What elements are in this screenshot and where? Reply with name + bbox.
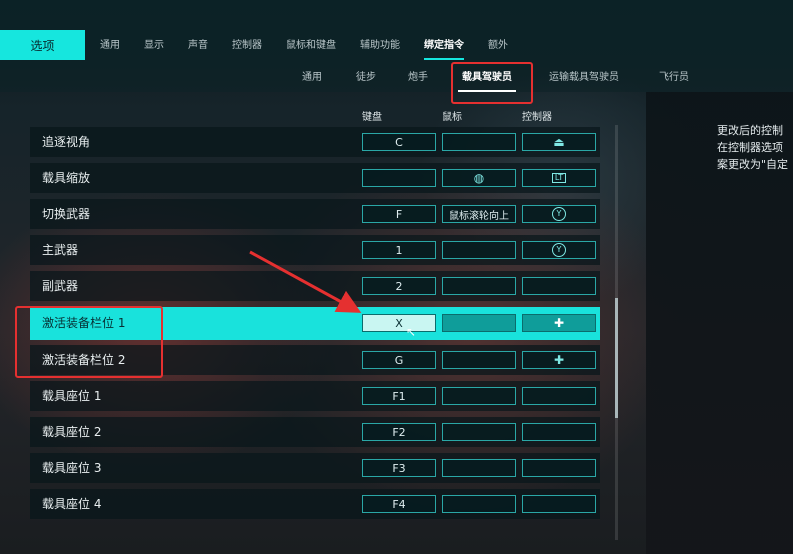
- controller-binding[interactable]: [522, 459, 596, 477]
- subtab-pilot[interactable]: 飞行员: [659, 68, 689, 88]
- binding-row[interactable]: 追逐视角 C ⏏: [30, 127, 600, 157]
- controller-binding[interactable]: ⏏: [522, 133, 596, 151]
- row-label: 载具座位 1: [42, 389, 102, 403]
- controller-binding[interactable]: ✚: [522, 314, 596, 332]
- mouse-binding[interactable]: ◍: [442, 169, 516, 187]
- subtab-gunner[interactable]: 炮手: [408, 68, 428, 88]
- controller-binding[interactable]: ✚: [522, 351, 596, 369]
- keyboard-binding[interactable]: [362, 169, 436, 187]
- tab-mouse-keyboard[interactable]: 鼠标和键盘: [286, 36, 336, 56]
- keyboard-binding[interactable]: 2: [362, 277, 436, 295]
- tab-controller[interactable]: 控制器: [232, 36, 262, 56]
- row-label: 主武器: [42, 243, 79, 257]
- help-text-line: 更改后的控制: [717, 124, 783, 137]
- keyboard-binding[interactable]: X: [362, 314, 436, 332]
- mouse-binding[interactable]: 鼠标滚轮向上: [442, 205, 516, 223]
- tab-general[interactable]: 通用: [100, 36, 120, 56]
- tab-extra[interactable]: 额外: [488, 36, 508, 56]
- scrollbar-thumb[interactable]: [615, 298, 618, 418]
- dpad-icon: ✚: [553, 316, 565, 330]
- column-header-mouse: 鼠标: [442, 112, 462, 123]
- mouse-binding[interactable]: [442, 387, 516, 405]
- binding-row[interactable]: 载具座位 1 F1: [30, 381, 600, 411]
- y-button-icon: Y: [552, 243, 566, 257]
- annotation-box-rows: [15, 306, 163, 378]
- binding-row[interactable]: 载具座位 4 F4: [30, 489, 600, 519]
- help-text-line: 在控制器选项: [717, 141, 783, 154]
- tab-display[interactable]: 显示: [144, 36, 164, 56]
- row-label: 载具座位 3: [42, 461, 102, 475]
- keyboard-binding[interactable]: F: [362, 205, 436, 223]
- controller-binding[interactable]: LT: [522, 169, 596, 187]
- help-text-line: 案更改为"自定: [717, 158, 789, 171]
- mouse-binding[interactable]: [442, 314, 516, 332]
- mouse-binding[interactable]: [442, 423, 516, 441]
- options-tab[interactable]: 选项: [0, 30, 85, 60]
- controller-binding[interactable]: [522, 495, 596, 513]
- lt-trigger-icon: LT: [551, 173, 567, 183]
- tab-accessibility[interactable]: 辅助功能: [360, 36, 400, 56]
- dpad-icon: ✚: [553, 353, 565, 367]
- controller-binding[interactable]: Y: [522, 205, 596, 223]
- right-stick-press-icon: ⏏: [553, 135, 565, 149]
- binding-row[interactable]: 载具座位 2 F2: [30, 417, 600, 447]
- y-button-icon: Y: [552, 207, 566, 221]
- binding-row[interactable]: 切换武器 F 鼠标滚轮向上 Y: [30, 199, 600, 229]
- binding-row[interactable]: 载具座位 3 F3: [30, 453, 600, 483]
- mouse-binding[interactable]: [442, 351, 516, 369]
- mouse-icon: ◍: [473, 171, 485, 185]
- mouse-binding[interactable]: [442, 495, 516, 513]
- keyboard-binding[interactable]: G: [362, 351, 436, 369]
- row-label: 载具座位 2: [42, 425, 102, 439]
- keyboard-binding[interactable]: F4: [362, 495, 436, 513]
- column-header-keyboard: 键盘: [362, 112, 382, 123]
- row-label: 载具座位 4: [42, 497, 102, 511]
- keyboard-binding[interactable]: F2: [362, 423, 436, 441]
- mouse-binding[interactable]: [442, 277, 516, 295]
- binding-row[interactable]: 载具缩放 ◍ LT: [30, 163, 600, 193]
- mouse-binding[interactable]: [442, 133, 516, 151]
- controller-binding[interactable]: [522, 387, 596, 405]
- controller-binding[interactable]: [522, 423, 596, 441]
- keyboard-binding[interactable]: F1: [362, 387, 436, 405]
- main-tabs: 通用 显示 声音 控制器 鼠标和键盘 辅助功能 绑定指令 额外: [100, 36, 532, 60]
- subtab-infantry[interactable]: 徒步: [356, 68, 376, 88]
- row-label: 切换武器: [42, 207, 91, 221]
- controller-binding[interactable]: [522, 277, 596, 295]
- tab-sound[interactable]: 声音: [188, 36, 208, 56]
- keyboard-binding[interactable]: F3: [362, 459, 436, 477]
- column-header-controller: 控制器: [522, 112, 552, 123]
- tab-keybindings[interactable]: 绑定指令: [424, 36, 464, 60]
- row-label: 追逐视角: [42, 135, 91, 149]
- binding-row[interactable]: 副武器 2: [30, 271, 600, 301]
- mouse-binding[interactable]: [442, 459, 516, 477]
- mouse-binding[interactable]: [442, 241, 516, 259]
- controller-binding[interactable]: Y: [522, 241, 596, 259]
- annotation-box-subtab: [451, 62, 533, 104]
- keyboard-binding[interactable]: 1: [362, 241, 436, 259]
- subtab-general[interactable]: 通用: [302, 68, 322, 88]
- subtab-transport-driver[interactable]: 运输载具驾驶员: [549, 68, 619, 88]
- mouse-cursor-icon: ↖: [406, 325, 417, 339]
- binding-row[interactable]: 主武器 1 Y: [30, 235, 600, 265]
- row-label: 载具缩放: [42, 171, 91, 185]
- keyboard-binding[interactable]: C: [362, 133, 436, 151]
- row-label: 副武器: [42, 279, 79, 293]
- options-label: 选项: [30, 38, 55, 53]
